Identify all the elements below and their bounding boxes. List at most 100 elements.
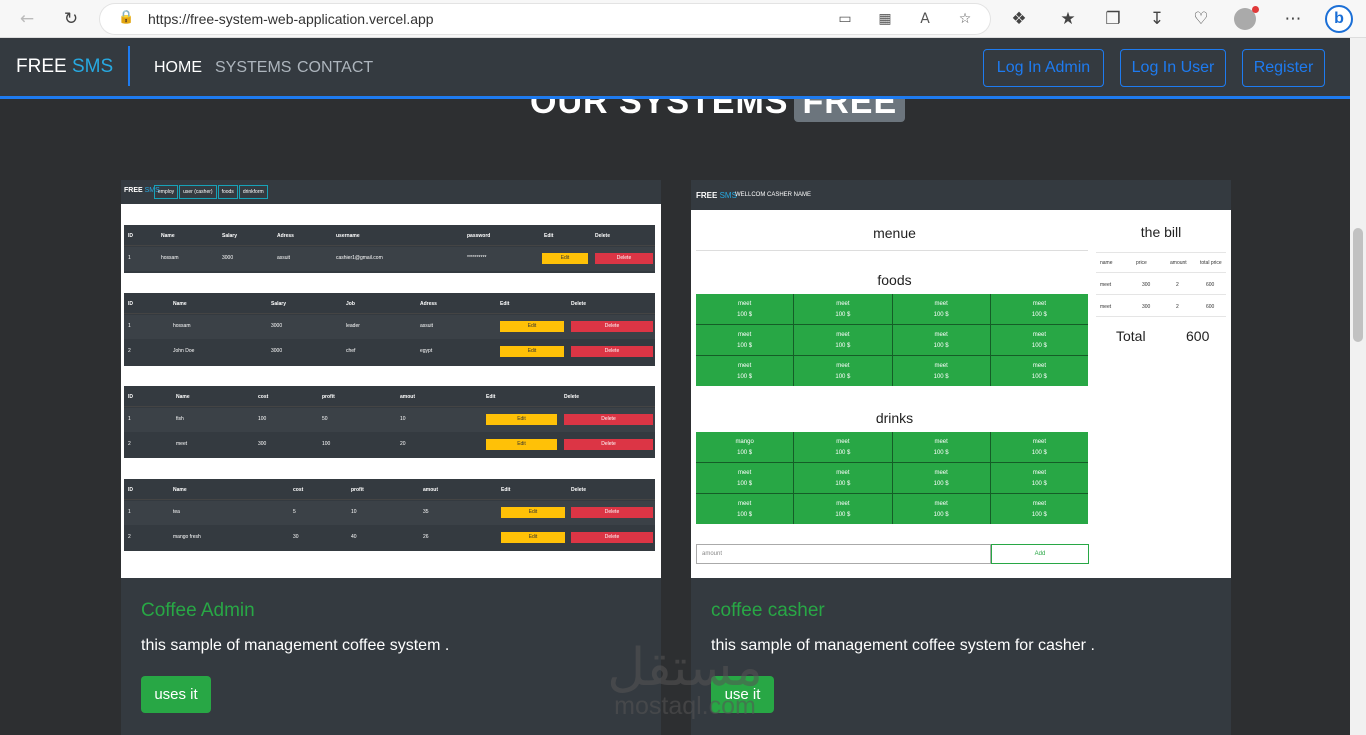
card-title: Coffee Admin <box>141 600 255 621</box>
menu-item-tile: meet 100 $ <box>892 494 990 524</box>
menu-item-tile: meet 100 $ <box>990 356 1088 386</box>
more-menu-icon[interactable]: ⋯ <box>1280 6 1306 32</box>
bill-cell: 300 <box>1142 282 1151 288</box>
nav-systems[interactable]: SYSTEMS <box>215 59 291 77</box>
bing-icon[interactable]: b <box>1325 5 1353 33</box>
preview-header-cell: username <box>336 233 360 239</box>
preview-table: ID Name cost profit amout Edit Delete 1 tea 5 10 35… <box>124 479 655 551</box>
preview-table: ID Name cost profit amout Edit Delete 1 fish 100 5… <box>124 386 655 458</box>
menu-item-tile: meet 100 $ <box>696 494 794 524</box>
preview-cell: 3000 <box>271 348 283 354</box>
scrollbar-thumb[interactable] <box>1353 228 1363 342</box>
preview-cell: 1 <box>128 323 131 329</box>
preview-tab: user (casher) <box>179 185 217 199</box>
read-aloud-icon[interactable]: A <box>914 8 936 30</box>
preview-cell: hossam <box>173 323 191 329</box>
preview-header-cell: Delete <box>564 394 580 400</box>
page-scrollbar[interactable] <box>1350 38 1366 735</box>
drinks-grid: mango 100 $ meet 100 $ meet 100 $ meet 100 $ mee… <box>696 432 1088 524</box>
bill-cell: 2 <box>1176 304 1179 310</box>
favorite-star-icon[interactable]: ☆ <box>954 8 976 30</box>
preview-header-cell: Job <box>346 301 355 307</box>
casher-preview-image: FREE SMS WELLCOM CASHER NAME menue foods… <box>691 180 1231 578</box>
extensions-icon[interactable]: ❖ <box>1006 6 1032 32</box>
preview-cell: assuit <box>277 255 291 261</box>
address-bar[interactable]: 🔒 https://free-system-web-application.ve… <box>100 4 990 34</box>
preview-welcome: WELLCOM CASHER NAME <box>735 192 812 198</box>
preview-cell: 3000 <box>271 323 283 329</box>
menu-item-tile: meet 100 $ <box>892 325 990 355</box>
preview-header-cell: Edit <box>544 233 554 239</box>
bill-cell: 600 <box>1206 282 1215 288</box>
bill-header-cell: total price <box>1200 260 1222 266</box>
menu-item-tile: meet 100 $ <box>794 494 892 524</box>
preview-header-cell: Delete <box>571 487 587 493</box>
collections-icon[interactable]: ❐ <box>1100 6 1126 32</box>
profile-avatar[interactable] <box>1234 6 1259 30</box>
app-available-icon[interactable]: ▭ <box>834 8 856 30</box>
nav-contact[interactable]: CONTACT <box>297 59 373 77</box>
url-text[interactable]: https://free-system-web-application.verc… <box>148 11 434 27</box>
menu-item-tile: meet 100 $ <box>990 432 1088 462</box>
menu-item-tile: meet 100 $ <box>794 325 892 355</box>
add-button: Add <box>991 544 1089 564</box>
preview-edit-button: Edit <box>501 532 565 543</box>
preview-edit-button: Edit <box>501 507 565 518</box>
nav-home[interactable]: HOME <box>154 59 202 77</box>
menu-item-tile: meet 100 $ <box>892 463 990 493</box>
brand-accent: SMS <box>71 56 114 77</box>
preview-cell: 2 <box>128 441 131 447</box>
bill-divider <box>1096 294 1226 295</box>
preview-delete-button: Delete <box>595 253 653 264</box>
preview-cell: mango fresh <box>173 534 201 540</box>
preview-brand: FREE SMS <box>696 191 737 200</box>
preview-header-cell: ID <box>128 394 133 400</box>
menu-item-tile: meet 100 $ <box>990 463 1088 493</box>
preview-edit-button: Edit <box>500 321 564 332</box>
bill-header-cell: amount <box>1170 260 1187 266</box>
preview-cell: tea <box>173 509 180 515</box>
preview-header-cell: Salary <box>222 233 238 239</box>
login-admin-button[interactable]: Log In Admin <box>983 49 1104 87</box>
preview-navbar: FREE SMS employ user (casher) foods drin… <box>121 180 661 204</box>
preview-header-cell: Name <box>176 394 190 400</box>
preview-tab: foods <box>217 185 238 199</box>
amount-input: amount <box>696 544 991 564</box>
login-user-button[interactable]: Log In User <box>1120 49 1226 87</box>
preview-cell: 100 <box>258 416 267 422</box>
bill-header-cell: name <box>1100 260 1113 266</box>
preview-row-divider <box>124 245 655 246</box>
preview-cell: meet <box>176 441 188 447</box>
performance-icon[interactable]: ♡ <box>1188 6 1214 32</box>
preview-cell: 30 <box>293 534 299 540</box>
register-button[interactable]: Register <box>1242 49 1325 87</box>
preview-row-divider <box>124 313 655 314</box>
page: OUR SYSTEMS FREE FREE SMS HOME SYSTEMS CO… <box>0 38 1350 735</box>
preview-cell: 100 <box>322 441 331 447</box>
preview-edit-button: Edit <box>542 253 588 264</box>
bill-header-cell: price <box>1136 260 1147 266</box>
brand-logo[interactable]: FREE SMS <box>16 56 113 78</box>
preview-header-cell: profit <box>322 394 335 400</box>
preview-table: ID Name Salary Job Adress Edit Delete 1 hossam 30… <box>124 293 655 366</box>
downloads-icon[interactable]: ↧ <box>1144 6 1170 32</box>
menu-item-tile: meet 100 $ <box>794 356 892 386</box>
menu-title: menue <box>873 225 916 241</box>
preview-cell: 1 <box>128 416 131 422</box>
reload-icon[interactable]: ↻ <box>58 6 84 32</box>
preview-cell: egypt <box>420 348 433 354</box>
use-it-button[interactable]: uses it <box>141 676 211 713</box>
preview-edit-button: Edit <box>486 439 557 450</box>
card-title: coffee casher <box>711 600 825 621</box>
menu-item-tile: meet 100 $ <box>794 463 892 493</box>
card-text: this sample of management coffee system … <box>141 637 450 654</box>
apps-icon[interactable]: ▦ <box>874 8 896 30</box>
bill-divider <box>1096 316 1226 317</box>
preview-header-cell: Adress <box>277 233 294 239</box>
watermark-latin: mostaql.com <box>614 692 756 720</box>
favorites-icon[interactable]: ★ <box>1055 6 1081 32</box>
lock-icon: 🔒 <box>118 10 135 25</box>
preview-navbar: FREE SMS WELLCOM CASHER NAME <box>691 180 1231 210</box>
back-icon[interactable]: ← <box>14 6 40 32</box>
menu-item-tile: meet 100 $ <box>990 325 1088 355</box>
